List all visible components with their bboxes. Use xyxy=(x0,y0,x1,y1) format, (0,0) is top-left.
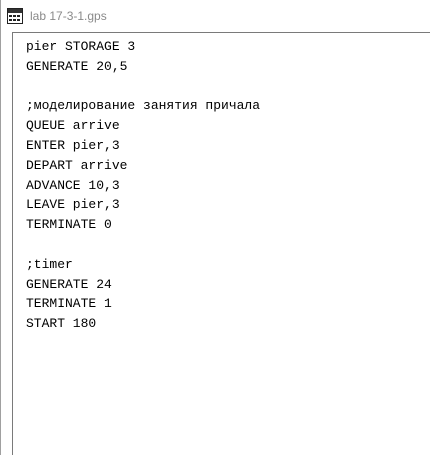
title-bar[interactable]: lab 17-3-1.gps xyxy=(1,0,430,32)
document-window: lab 17-3-1.gps pier STORAGE 3 GENERATE 20… xyxy=(0,0,430,455)
code-line: ;моделирование занятия причала xyxy=(26,98,261,114)
code-line: LEAVE pier,3 xyxy=(26,197,120,213)
gpss-document-icon xyxy=(7,8,23,24)
code-line: ;timer xyxy=(26,256,73,272)
code-line: GENERATE 24 xyxy=(26,276,112,292)
code-line: pier STORAGE 3 xyxy=(26,39,136,54)
code-editor[interactable]: pier STORAGE 3 GENERATE 20,5 ;моделирован… xyxy=(12,32,430,455)
code-line: ADVANCE 10,3 xyxy=(26,177,120,193)
code-line: ENTER pier,3 xyxy=(26,137,120,153)
code-line: GENERATE 20,5 xyxy=(26,58,128,74)
code-line: QUEUE arrive xyxy=(26,118,120,134)
code-line: TERMINATE 0 xyxy=(26,217,112,233)
code-line: START 180 xyxy=(26,316,97,332)
window-title: lab 17-3-1.gps xyxy=(30,9,107,23)
code-line: DEPART arrive xyxy=(26,157,128,173)
code-text[interactable]: pier STORAGE 3 GENERATE 20,5 ;моделирован… xyxy=(26,37,430,334)
code-line: TERMINATE 1 xyxy=(26,296,112,312)
